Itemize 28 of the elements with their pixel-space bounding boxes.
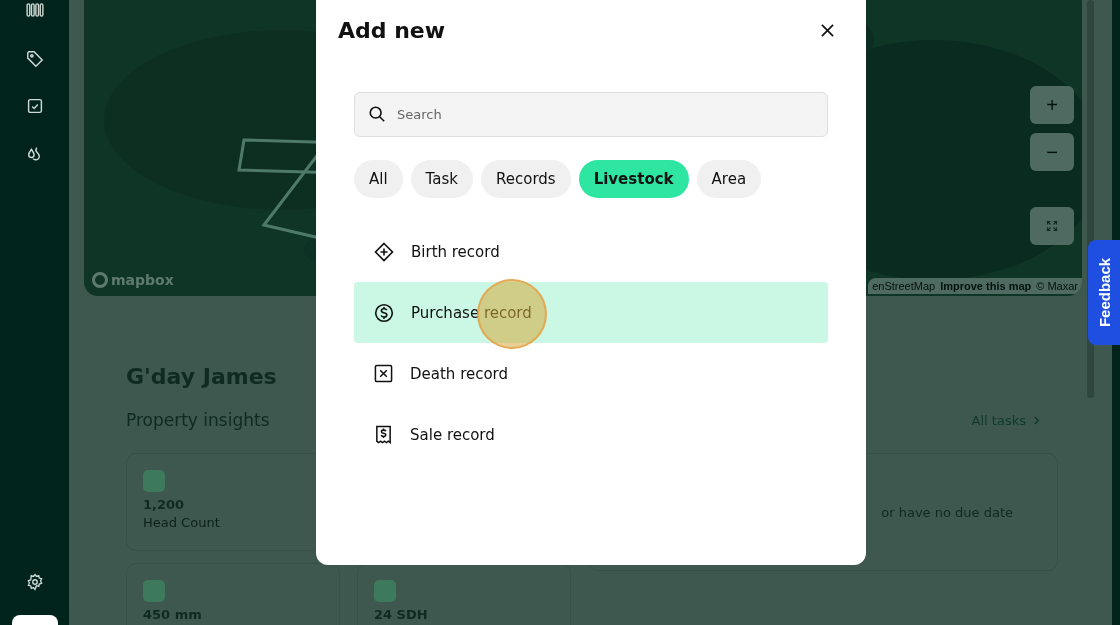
record-option[interactable]: Death record — [354, 343, 828, 404]
filter-chip[interactable]: All — [354, 160, 403, 198]
stat-icon — [143, 470, 165, 492]
account-tab[interactable] — [11, 615, 58, 625]
chevron-right-icon — [1032, 415, 1041, 425]
record-option[interactable]: Sale record — [354, 404, 828, 465]
filter-chip[interactable]: Records — [481, 160, 571, 198]
dialog-title: Add new — [338, 17, 446, 43]
tag-icon[interactable] — [25, 50, 44, 68]
record-option[interactable]: Birth record — [354, 221, 828, 282]
checkbox-icon[interactable] — [26, 98, 43, 114]
diamond-plus-icon — [374, 241, 394, 262]
search-icon — [368, 105, 386, 123]
stat-icon — [374, 580, 396, 602]
fence-icon[interactable] — [25, 3, 44, 17]
search-field[interactable]: Search — [354, 92, 828, 137]
dollar-circle-icon — [374, 302, 394, 323]
settings-icon[interactable] — [25, 573, 44, 591]
filter-chip[interactable]: Task — [410, 160, 473, 198]
fullscreen-button[interactable] — [1030, 207, 1074, 245]
feedback-tab[interactable]: Feedback — [1088, 240, 1120, 345]
stat-icon — [143, 580, 165, 602]
expand-icon — [1046, 220, 1058, 232]
dollar-document-icon — [374, 425, 393, 444]
close-icon[interactable] — [821, 23, 834, 37]
cross-square-icon — [374, 364, 393, 383]
filter-chip[interactable]: Area — [696, 160, 762, 198]
filter-chip[interactable]: Livestock — [578, 160, 689, 198]
